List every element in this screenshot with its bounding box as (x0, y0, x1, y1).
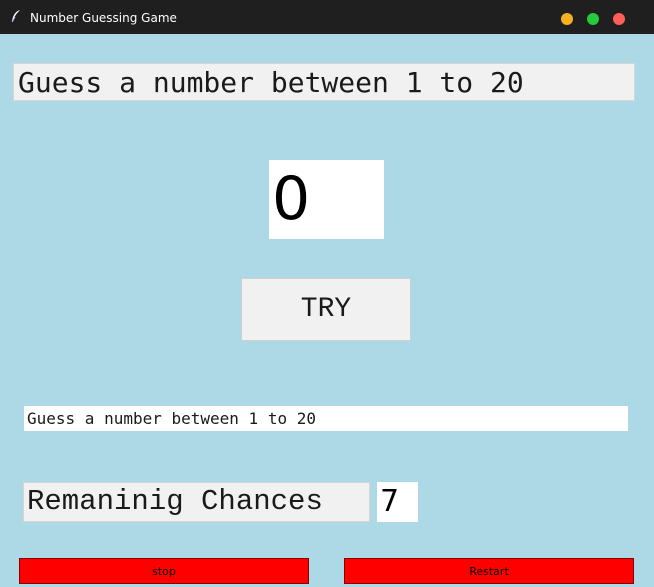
title-bar[interactable]: Number Guessing Game (0, 0, 654, 34)
stop-button[interactable]: stop (19, 558, 309, 584)
minimize-button[interactable] (561, 13, 573, 25)
remaining-chances-label: Remaninig Chances (23, 482, 370, 522)
instruction-heading: Guess a number between 1 to 20 (13, 63, 635, 101)
feedback-message: Guess a number between 1 to 20 (24, 406, 628, 431)
close-button[interactable] (613, 13, 625, 25)
app-window: Number Guessing Game Guess a number betw… (0, 0, 654, 587)
feather-icon (11, 10, 20, 23)
maximize-button[interactable] (587, 13, 599, 25)
main-content: Guess a number between 1 to 20 TRY Guess… (0, 34, 654, 587)
remaining-chances-value: 7 (377, 482, 418, 522)
try-button[interactable]: TRY (241, 278, 411, 341)
guess-input[interactable] (269, 160, 384, 239)
window-title: Number Guessing Game (30, 11, 177, 25)
restart-button[interactable]: Restart (344, 558, 634, 584)
